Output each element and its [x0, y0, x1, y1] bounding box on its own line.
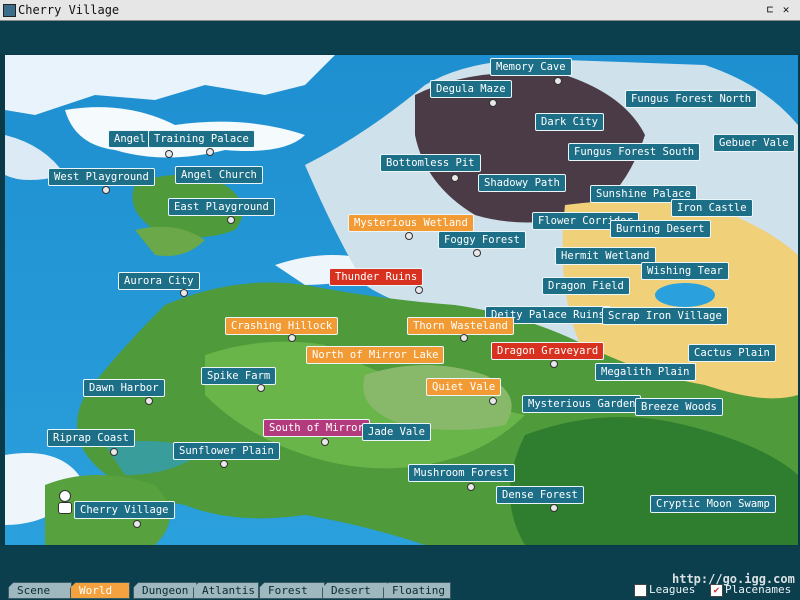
map-pin[interactable] — [550, 360, 558, 368]
map-pin[interactable] — [467, 483, 475, 491]
place-label-wishing-tear[interactable]: Wishing Tear — [641, 262, 729, 280]
tab-scene[interactable]: Scene — [8, 582, 72, 599]
place-label-memory-cave[interactable]: Memory Cave — [490, 58, 572, 76]
place-label-breeze-woods[interactable]: Breeze Woods — [635, 398, 723, 416]
map-pin[interactable] — [550, 504, 558, 512]
map-pin[interactable] — [451, 174, 459, 182]
map-pin[interactable] — [405, 232, 413, 240]
tab-desert[interactable]: Desert — [322, 582, 388, 599]
map-pin[interactable] — [321, 438, 329, 446]
top-frame — [0, 21, 800, 54]
map-pin[interactable] — [180, 289, 188, 297]
map-pin[interactable] — [145, 397, 153, 405]
map-pin[interactable] — [489, 99, 497, 107]
map-pin[interactable] — [206, 148, 214, 156]
tab-atlantis[interactable]: Atlantis — [193, 582, 259, 599]
world-map[interactable]: Memory Cave Degula Maze Fungus Forest No… — [5, 55, 798, 545]
map-pin[interactable] — [227, 216, 235, 224]
place-label-megalith-plain[interactable]: Megalith Plain — [595, 363, 696, 381]
world-map-terrain — [5, 55, 798, 545]
map-pin[interactable] — [489, 397, 497, 405]
window-titlebar: Cherry Village ⊏ ✕ — [0, 0, 800, 21]
place-label-south-of-mirror[interactable]: South of Mirror — [263, 419, 370, 437]
place-label-cryptic-moon-swamp[interactable]: Cryptic Moon Swamp — [650, 495, 776, 513]
place-label-gebuer-vale[interactable]: Gebuer Vale — [713, 134, 795, 152]
pin-icon[interactable]: ⊏ — [763, 3, 777, 16]
place-label-scrap-iron-village[interactable]: Scrap Iron Village — [602, 307, 728, 325]
map-pin[interactable] — [110, 448, 118, 456]
place-label-iron-castle[interactable]: Iron Castle — [671, 199, 753, 217]
place-label-mysterious-garden[interactable]: Mysterious Garden — [522, 395, 642, 413]
place-label-mushroom-forest[interactable]: Mushroom Forest — [408, 464, 515, 482]
site-watermark: http://go.igg.com — [672, 572, 795, 586]
place-label-thunder-ruins[interactable]: Thunder Ruins — [329, 268, 424, 286]
place-label-sunflower-plain[interactable]: Sunflower Plain — [173, 442, 280, 460]
place-label-dragon-field[interactable]: Dragon Field — [542, 277, 630, 295]
place-label-mysterious-wetland[interactable]: Mysterious Wetland — [348, 214, 474, 232]
place-label-degula-maze[interactable]: Degula Maze — [430, 80, 512, 98]
tab-dungeon[interactable]: Dungeon — [133, 582, 197, 599]
place-label-fungus-forest-north[interactable]: Fungus Forest North — [625, 90, 758, 108]
map-pin[interactable] — [288, 334, 296, 342]
tab-forest[interactable]: Forest — [259, 582, 325, 599]
place-label-west-playground[interactable]: West Playground — [48, 168, 155, 186]
map-pin[interactable] — [554, 77, 562, 85]
place-label-dark-city[interactable]: Dark City — [535, 113, 604, 131]
map-pin[interactable] — [257, 384, 265, 392]
leagues-checkbox[interactable] — [634, 584, 647, 597]
place-label-cherry-village[interactable]: Cherry Village — [74, 501, 175, 519]
place-label-quiet-vale[interactable]: Quiet Vale — [426, 378, 502, 396]
place-label-training-palace[interactable]: Training Palace — [148, 130, 255, 148]
place-label-north-of-mirror-lake[interactable]: North of Mirror Lake — [306, 346, 445, 364]
place-label-spike-farm[interactable]: Spike Farm — [201, 367, 277, 385]
place-label-cactus-plain[interactable]: Cactus Plain — [688, 344, 776, 362]
place-label-thorn-wasteland[interactable]: Thorn Wasteland — [407, 317, 514, 335]
player-avatar-icon — [58, 490, 72, 514]
map-pin[interactable] — [473, 249, 481, 257]
tab-floating[interactable]: Floating — [383, 582, 451, 599]
place-label-riprap-coast[interactable]: Riprap Coast — [47, 429, 135, 447]
place-label-dawn-harbor[interactable]: Dawn Harbor — [83, 379, 165, 397]
window-title: Cherry Village — [18, 3, 120, 17]
place-label-shadowy-path[interactable]: Shadowy Path — [478, 174, 566, 192]
place-label-burning-desert[interactable]: Burning Desert — [610, 220, 711, 238]
place-label-angel-church[interactable]: Angel Church — [175, 166, 263, 184]
map-pin[interactable] — [165, 150, 173, 158]
place-label-crashing-hillock[interactable]: Crashing Hillock — [225, 317, 339, 335]
map-pin[interactable] — [415, 286, 423, 294]
close-icon[interactable]: ✕ — [779, 3, 793, 16]
place-label-east-playground[interactable]: East Playground — [168, 198, 275, 216]
map-pin[interactable] — [102, 186, 110, 194]
map-pin[interactable] — [460, 334, 468, 342]
window-icon — [3, 4, 16, 17]
place-label-jade-vale[interactable]: Jade Vale — [362, 423, 431, 441]
place-label-foggy-forest[interactable]: Foggy Forest — [438, 231, 526, 249]
place-label-fungus-forest-south[interactable]: Fungus Forest South — [568, 143, 701, 161]
place-label-dense-forest[interactable]: Dense Forest — [496, 486, 584, 504]
place-label-bottomless-pit[interactable]: Bottomless Pit — [380, 154, 481, 172]
tab-world[interactable]: World — [70, 582, 130, 599]
map-pin[interactable] — [133, 520, 141, 528]
place-label-dragon-graveyard[interactable]: Dragon Graveyard — [491, 342, 605, 360]
map-pin[interactable] — [220, 460, 228, 468]
place-label-aurora-city[interactable]: Aurora City — [118, 272, 200, 290]
